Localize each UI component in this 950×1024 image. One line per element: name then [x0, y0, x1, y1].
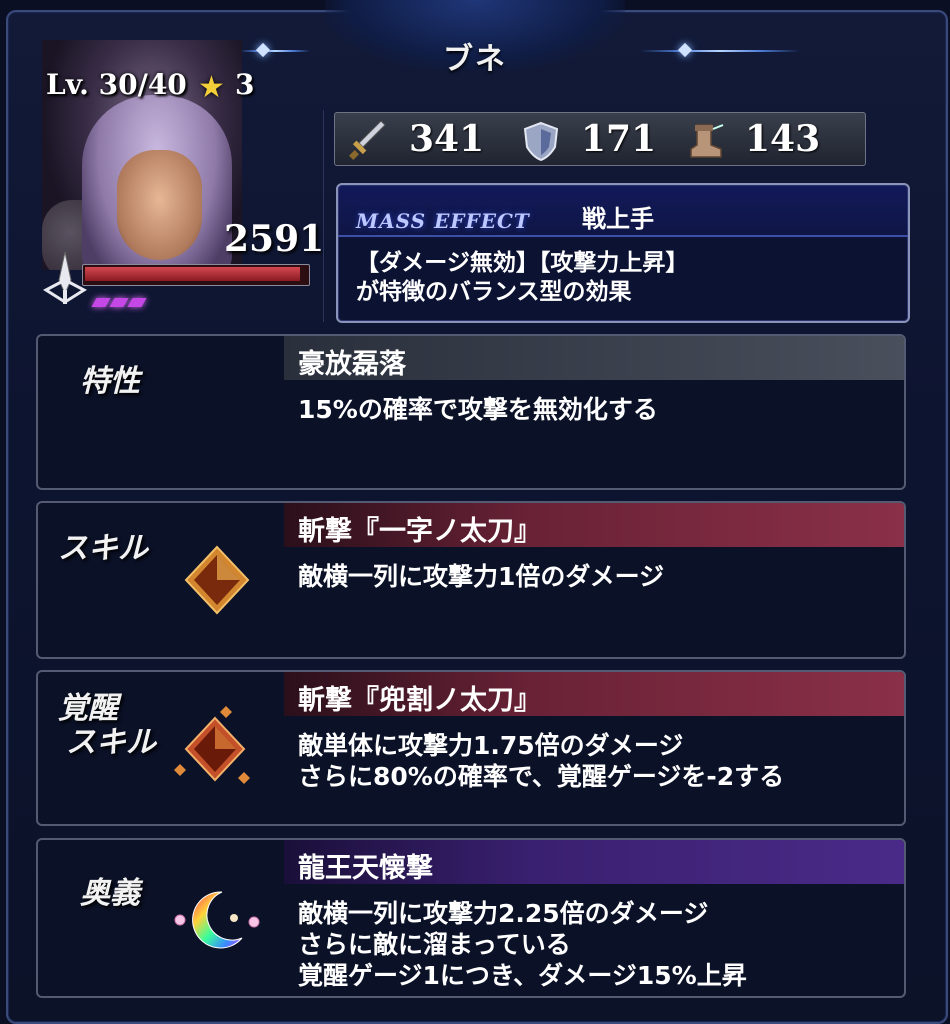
trait-panel[interactable]: 特性 豪放磊落 15%の確率で攻撃を無効化する: [36, 334, 906, 490]
awakening-pip: [91, 298, 111, 307]
ultimate-label: 奥義: [80, 876, 140, 911]
hp-value: 2591: [224, 218, 325, 260]
ultimate-moon-icon: [174, 891, 260, 949]
awakened-skill-desc-line: 敵単体に攻撃力1.75倍のダメージ: [298, 731, 684, 760]
awakening-pips: [91, 292, 148, 311]
mass-effect-name: 戦上手: [582, 205, 654, 233]
rarity-star-icon: ★: [198, 70, 225, 105]
shield-icon: [523, 121, 559, 161]
mass-effect-panel[interactable]: MASS EFFECT 戦上手 【ダメージ無効】【攻撃力上昇】 が特徴のバランス…: [336, 183, 910, 323]
attack-value: 341: [409, 118, 485, 160]
mass-effect-header: MASS EFFECT 戦上手: [338, 185, 908, 237]
rarity-value: 3: [235, 68, 255, 101]
ultimate-panel[interactable]: 奥義 龍王天懐撃 敵横一列に攻撃力2.25倍のダメージ さらに敵に溜まっている …: [36, 838, 906, 998]
level-text: Lv. 30/40: [46, 68, 187, 101]
skill-desc-line: 敵横一列に攻撃力1倍のダメージ: [298, 562, 665, 591]
skill-name: 斬撃『一字ノ太刀』: [298, 516, 541, 547]
speed-value: 143: [745, 118, 821, 160]
awakening-pip: [109, 298, 129, 307]
awakened-skill-label: 覚醒 スキル: [58, 692, 156, 760]
mass-effect-label: MASS EFFECT: [356, 209, 530, 233]
skill-panel[interactable]: スキル 斬撃『一字ノ太刀』 敵横一列に攻撃力1倍のダメージ: [36, 501, 906, 659]
skill-description: 敵横一列に攻撃力1倍のダメージ: [298, 561, 664, 592]
awakening-pip: [127, 298, 147, 307]
trait-desc-line: 15%の確率で攻撃を無効化する: [298, 395, 658, 424]
trait-name: 豪放磊落: [298, 349, 406, 380]
skill-gem-icon: [184, 545, 250, 615]
trait-label: 特性: [80, 364, 140, 399]
awakened-skill-label-line: 覚醒: [58, 691, 118, 726]
ultimate-desc-line: 敵横一列に攻撃力2.25倍のダメージ: [298, 899, 709, 928]
boot-icon: [690, 124, 724, 158]
ultimate-name: 龍王天懐撃: [298, 853, 433, 884]
trait-description: 15%の確率で攻撃を無効化する: [298, 394, 658, 425]
defense-value: 171: [581, 118, 657, 160]
ultimate-desc-line: さらに敵に溜まっている: [298, 930, 571, 959]
ultimate-desc-line: 覚醒ゲージ1につき、ダメージ15%上昇: [298, 961, 747, 990]
mass-effect-desc-line: が特徴のバランス型の効果: [356, 279, 632, 305]
sword-emblem-icon: [43, 251, 87, 304]
awakened-skill-gem-icon: [174, 706, 250, 784]
mass-effect-description: 【ダメージ無効】【攻撃力上昇】 が特徴のバランス型の効果: [356, 249, 688, 307]
hp-bar: [82, 264, 310, 286]
hp-bar-fill: [85, 267, 301, 281]
stats-bar: 341 171 143: [334, 112, 866, 166]
awakened-skill-label-line: スキル: [66, 725, 156, 760]
section-divider: [323, 110, 324, 322]
awakened-skill-description: 敵単体に攻撃力1.75倍のダメージ さらに80%の確率で、覚醒ゲージを-2する: [298, 730, 784, 792]
awakened-skill-name: 斬撃『兜割ノ太刀』: [298, 685, 541, 716]
awakened-skill-panel[interactable]: 覚醒 スキル 斬撃『兜割ノ太刀』 敵単体に攻撃力1.75倍のダメージ さらに80…: [36, 670, 906, 826]
ultimate-description: 敵横一列に攻撃力2.25倍のダメージ さらに敵に溜まっている 覚醒ゲージ1につき…: [298, 898, 747, 991]
awakened-skill-desc-line: さらに80%の確率で、覚醒ゲージを-2する: [298, 762, 785, 791]
skill-label: スキル: [58, 531, 148, 566]
mass-effect-desc-line: 【ダメージ無効】【攻撃力上昇】: [356, 250, 689, 276]
sword-icon: [349, 121, 386, 160]
portrait-face: [117, 150, 202, 260]
